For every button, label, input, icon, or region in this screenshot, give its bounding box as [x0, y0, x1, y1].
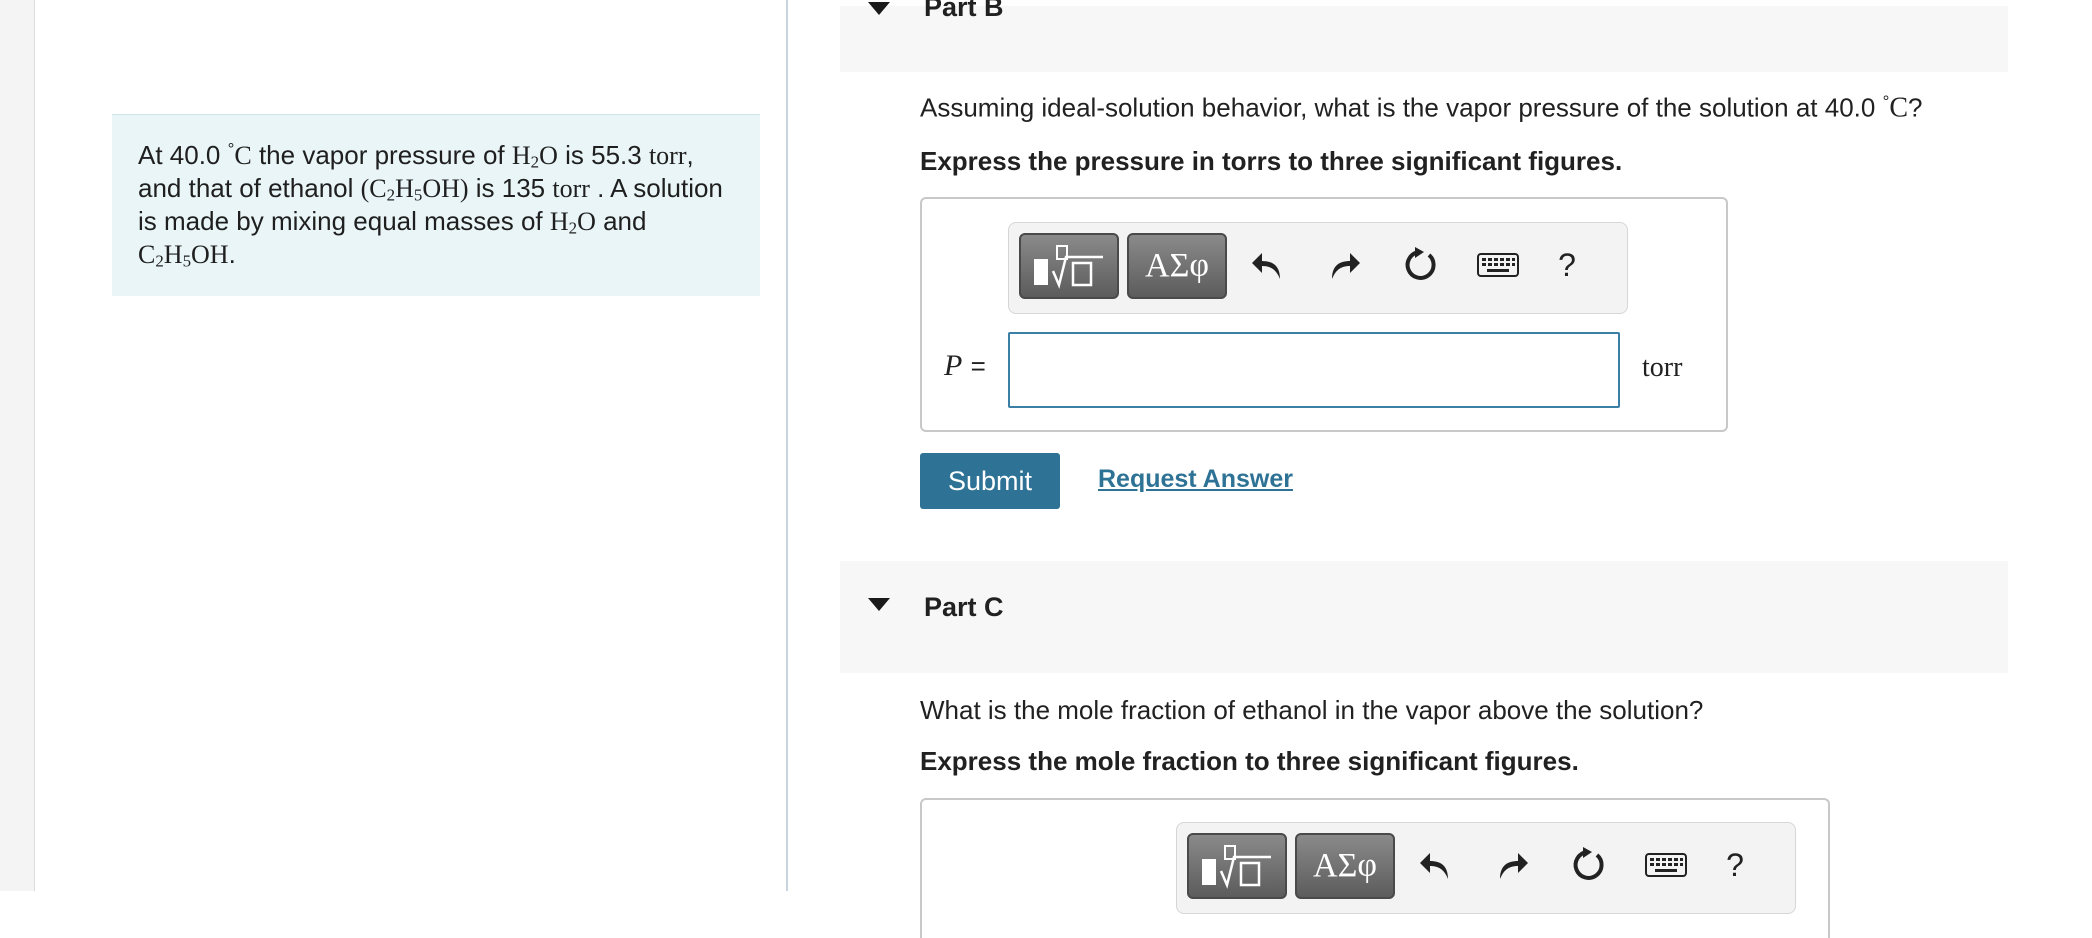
- part-b-answer-box: ΑΣφ ? P = torr: [920, 197, 1728, 432]
- redo-icon[interactable]: [1325, 245, 1365, 285]
- undo-icon[interactable]: [1247, 245, 1287, 285]
- part-c-instruction: Express the mole fraction to three signi…: [920, 746, 1579, 776]
- collapse-caret-icon[interactable]: [868, 598, 890, 611]
- unit-label: torr: [1642, 352, 1683, 383]
- collapse-caret-icon[interactable]: [868, 2, 890, 15]
- request-answer-link[interactable]: Request Answer: [1098, 465, 1293, 494]
- part-c-title: Part C: [924, 592, 1004, 622]
- keyboard-icon[interactable]: [1643, 845, 1689, 885]
- undo-icon[interactable]: [1415, 845, 1455, 885]
- submit-button[interactable]: Submit: [920, 453, 1060, 509]
- formula-water: H2O: [511, 141, 558, 172]
- templates-button[interactable]: [1019, 233, 1119, 299]
- part-b-instruction: Express the pressure in torrs to three s…: [920, 146, 1623, 176]
- formula-ethanol: C2H5OH: [138, 240, 229, 271]
- reset-icon[interactable]: [1567, 845, 1607, 885]
- part-c-header[interactable]: Part C: [840, 561, 2008, 673]
- help-button[interactable]: ?: [1547, 245, 1587, 285]
- reset-icon[interactable]: [1399, 245, 1439, 285]
- math-toolbar: ΑΣφ ?: [1008, 222, 1628, 314]
- math-toolbar: ΑΣφ ?: [1176, 822, 1796, 914]
- part-c-question: What is the mole fraction of ethanol in …: [920, 695, 1704, 725]
- formula-ethanol: (C2H5OH): [360, 174, 469, 205]
- templates-button[interactable]: [1187, 833, 1287, 899]
- greek-symbols-button[interactable]: ΑΣφ: [1295, 833, 1395, 899]
- variable-label: P =: [944, 349, 986, 382]
- part-b-title: Part B: [924, 0, 1004, 22]
- keyboard-icon[interactable]: [1475, 245, 1521, 285]
- problem-statement: At 40.0 °C the vapor pressure of H2O is …: [112, 114, 760, 296]
- part-c-answer-box: ΑΣφ ?: [920, 798, 1830, 938]
- part-b-question: Assuming ideal-solution behavior, what i…: [920, 92, 1923, 124]
- pane-divider[interactable]: [786, 0, 788, 891]
- pressure-answer-input[interactable]: [1008, 332, 1620, 408]
- left-margin-strip: [0, 0, 35, 891]
- templates-icon: [1034, 245, 1103, 289]
- help-button[interactable]: ?: [1715, 845, 1755, 885]
- formula-water: H2O: [549, 207, 596, 238]
- templates-icon: [1202, 845, 1271, 889]
- greek-symbols-button[interactable]: ΑΣφ: [1127, 233, 1227, 299]
- part-b-header[interactable]: Part B: [840, 0, 2008, 72]
- redo-icon[interactable]: [1493, 845, 1533, 885]
